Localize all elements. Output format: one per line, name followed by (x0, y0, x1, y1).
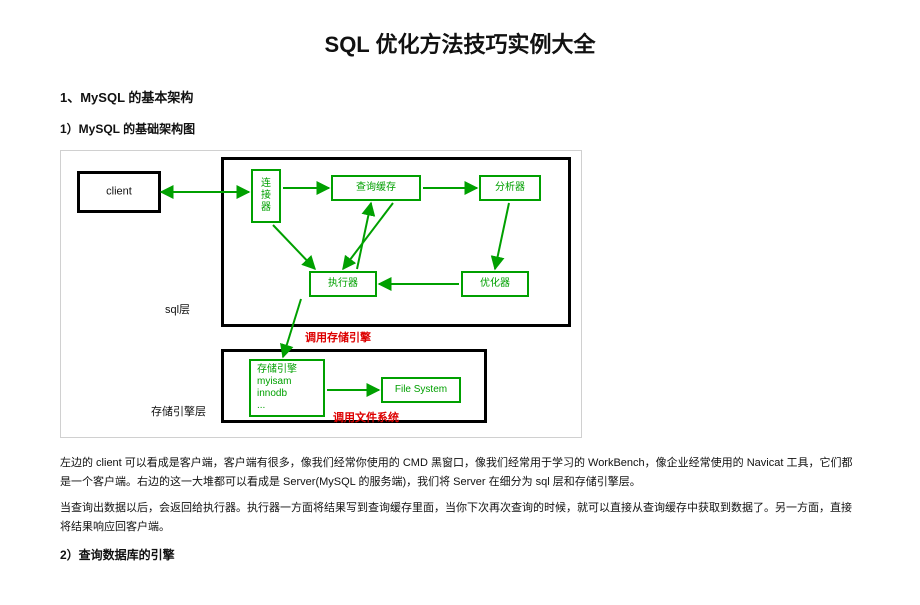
diagram-optimizer-box: 优化器 (461, 271, 529, 297)
diagram-sql-layer-label: sql层 (165, 301, 190, 320)
diagram-call-storage-label: 调用存储引擎 (305, 329, 371, 348)
diagram-client-box: client (77, 171, 161, 213)
diagram-client-label: client (106, 183, 132, 202)
diagram-storage-engine-box: 存储引擎 myisam innodb ... (249, 359, 325, 417)
diagram-query-cache-box: 查询缓存 (331, 175, 421, 201)
diagram-storage-layer-label: 存储引擎层 (151, 403, 206, 422)
subsection-1-heading: 1）MySQL 的基础架构图 (60, 119, 860, 139)
mysql-architecture-diagram: client sql层 存储引擎层 连 接 器 查询缓存 分析器 执行器 优化器… (60, 150, 582, 438)
diagram-filesystem-box: File System (381, 377, 461, 403)
document-title: SQL 优化方法技巧实例大全 (60, 26, 860, 63)
diagram-connector-box: 连 接 器 (251, 169, 281, 223)
diagram-analyzer-box: 分析器 (479, 175, 541, 201)
paragraph-1: 左边的 client 可以看成是客户端，客户端有很多，像我们经常你使用的 CMD… (60, 454, 860, 491)
paragraph-2: 当查询出数据以后，会返回给执行器。执行器一方面将结果写到查询缓存里面，当你下次再… (60, 499, 860, 536)
diagram-executor-box: 执行器 (309, 271, 377, 297)
subsection-2-heading: 2）查询数据库的引擎 (60, 545, 860, 565)
diagram-call-filesystem-label: 调用文件系统 (333, 409, 399, 428)
section-1-heading: 1、MySQL 的基本架构 (60, 87, 860, 109)
